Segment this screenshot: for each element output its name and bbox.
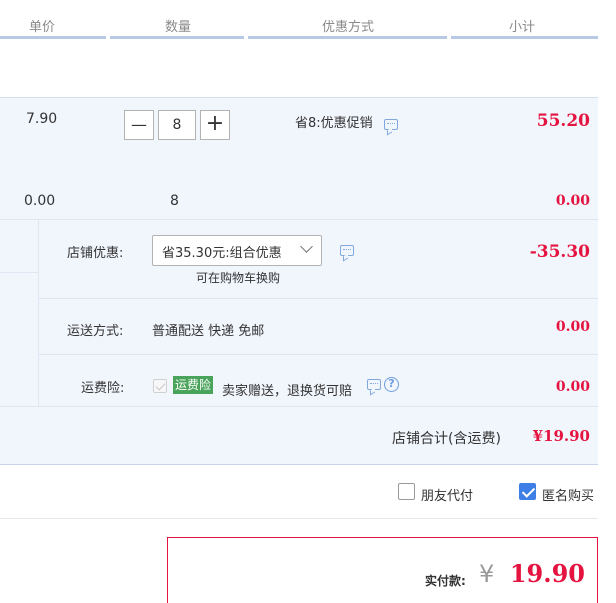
- shipping-amount: 0.00: [555, 319, 590, 335]
- quantity-increase-button[interactable]: +: [200, 110, 230, 140]
- store-discount-label: 店铺优惠:: [67, 246, 124, 261]
- header-underline: [110, 36, 244, 39]
- anonymous-label: 匿名购买: [542, 489, 595, 504]
- chat-icon[interactable]: [384, 119, 398, 130]
- insurance-desc: 卖家赠送，退换货可赔: [222, 384, 353, 399]
- store-total-label: 店铺合计(含运费): [392, 431, 501, 447]
- gift-subtotal: 0.00: [555, 193, 590, 209]
- header-underline: [0, 36, 106, 39]
- quantity-input[interactable]: [158, 110, 196, 140]
- chat-icon[interactable]: [367, 379, 381, 390]
- section-divider: [0, 518, 598, 519]
- store-discount-note: 可在购物车换购: [196, 271, 281, 285]
- insurance-amount: 0.00: [555, 379, 590, 395]
- anonymous-checkbox[interactable]: [519, 483, 536, 500]
- friend-pay-checkbox[interactable]: [398, 483, 415, 500]
- item-promo-text: 省8:优惠促销: [295, 116, 373, 131]
- item-subtotal: 55.20: [536, 111, 590, 131]
- friend-pay-label: 朋友代付: [421, 489, 474, 504]
- row-divider: [0, 406, 598, 407]
- pay-amount: 19.90: [509, 559, 585, 588]
- plus-icon: +: [205, 111, 225, 136]
- row-divider: [38, 354, 598, 355]
- insurance-checkbox: [153, 379, 167, 393]
- chevron-down-icon: [300, 240, 313, 253]
- gift-unit-price: 0.00: [24, 193, 56, 209]
- chat-icon[interactable]: [340, 245, 354, 256]
- insurance-badge: 运费险: [173, 376, 214, 394]
- header-discount-method: 优惠方式: [321, 20, 374, 35]
- store-total-amount: ¥19.90: [532, 427, 590, 445]
- help-icon[interactable]: ?: [384, 377, 399, 392]
- row-divider: [38, 298, 598, 299]
- header-subtotal: 小计: [508, 20, 535, 35]
- shipping-label: 运送方式:: [67, 324, 124, 339]
- row-divider: [0, 272, 38, 273]
- store-discount-select[interactable]: 省35.30元:组合优惠: [152, 235, 322, 266]
- gift-quantity: 8: [170, 193, 179, 209]
- col-divider: [38, 220, 39, 406]
- item-unit-price: 7.90: [26, 111, 58, 127]
- row-divider: [0, 219, 598, 220]
- table-header: 单价 数量 优惠方式 小计: [0, 0, 598, 39]
- pay-currency: ¥: [479, 560, 495, 588]
- store-discount-selected: 省35.30元:组合优惠: [162, 246, 282, 261]
- store-discount-amount: -35.30: [529, 242, 590, 262]
- header-quantity: 数量: [164, 20, 191, 35]
- header-underline: [248, 36, 447, 39]
- pay-label: 实付款:: [425, 574, 466, 588]
- quantity-decrease-button[interactable]: —: [124, 110, 154, 140]
- minus-icon: —: [131, 115, 147, 134]
- order-item-zone: [0, 97, 598, 465]
- insurance-label: 运费险:: [81, 381, 125, 396]
- shipping-value: 普通配送 快递 免邮: [152, 324, 265, 339]
- header-underline: [451, 36, 598, 39]
- header-unit-price: 单价: [28, 20, 55, 35]
